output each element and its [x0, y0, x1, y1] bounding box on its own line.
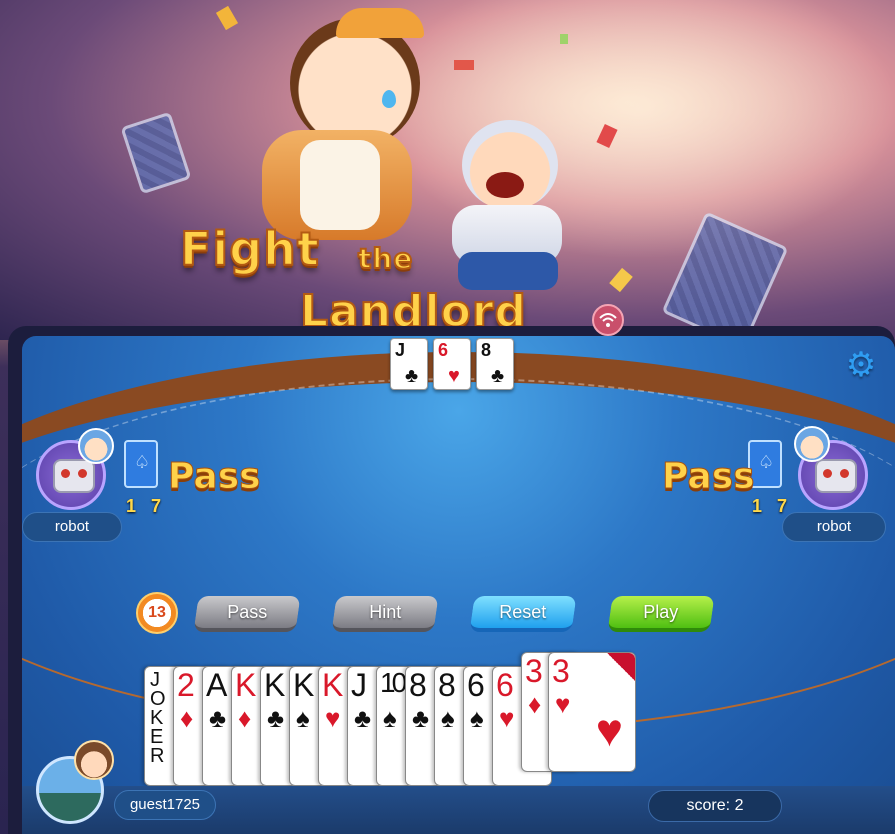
left-card-count: 1 7 — [126, 496, 167, 516]
landlord-corner-flag — [607, 653, 635, 681]
turn-timer-clock-icon: 13 — [136, 592, 178, 634]
robot-icon — [53, 459, 95, 493]
play-button[interactable]: Play — [607, 596, 715, 632]
pass-button[interactable]: Pass — [193, 596, 301, 632]
title-fight: Fight — [179, 221, 320, 277]
wifi-icon — [592, 304, 624, 336]
table-card: J ♣ — [390, 338, 428, 390]
left-status: Pass — [168, 456, 262, 498]
hint-button[interactable]: Hint — [331, 596, 439, 632]
settings-gear-icon[interactable]: ⚙ — [842, 346, 880, 384]
score-value: 2 — [734, 797, 744, 814]
left-card-back — [124, 440, 158, 488]
score-label: score — [686, 797, 726, 814]
flying-card-left — [120, 111, 192, 195]
self-name: guest1725 — [114, 790, 216, 820]
farmer-badge-icon — [78, 428, 114, 464]
heart-icon: ♥ — [595, 704, 623, 756]
table-card: 8 ♣ — [476, 338, 514, 390]
landlord-badge-icon — [74, 740, 114, 780]
hand-card-selected[interactable]: 3 ♥ ♥ — [548, 652, 636, 772]
reset-button[interactable]: Reset — [469, 596, 577, 632]
table-card: 6 ♥ — [433, 338, 471, 390]
score-separator: : — [725, 797, 731, 814]
title-banner: Fight the Landlord — [0, 0, 895, 340]
right-status: Pass — [662, 456, 756, 498]
confetti — [560, 34, 568, 44]
confetti — [609, 267, 633, 293]
right-card-count: 1 7 — [752, 496, 793, 516]
left-player-name: robot — [22, 512, 122, 542]
robot-icon — [815, 459, 857, 493]
title-the: the — [357, 241, 414, 276]
right-player-name: robot — [782, 512, 886, 542]
farmer-badge-icon — [794, 426, 830, 462]
confetti — [454, 60, 474, 70]
score-display: score: 2 — [648, 790, 782, 822]
confetti — [215, 5, 239, 31]
